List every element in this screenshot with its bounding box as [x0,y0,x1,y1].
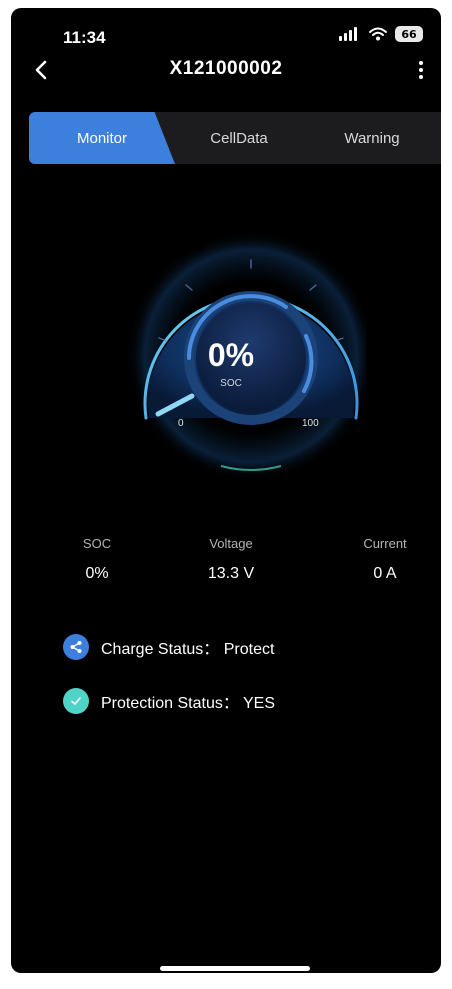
tab-celldata[interactable]: CellData [175,112,303,164]
stat-current-value: 0 A [373,565,397,582]
more-dot-icon [419,75,423,79]
more-dot-icon [419,61,423,65]
stat-soc-label: SOC [82,536,112,551]
gauge-max-label: 100 [302,418,319,429]
stat-current: Current 0 A [335,536,435,583]
page-title: X121000002 [169,58,283,79]
status-icons: 66 [339,26,423,42]
charge-status-text: Charge Status： Protect [101,641,275,658]
charge-status-row: Charge Status： Protect [63,634,274,660]
tab-warning[interactable]: Warning [303,112,441,164]
stat-soc-value: 0% [85,565,109,582]
gauge-value: 0% [207,337,255,373]
more-dot-icon [419,68,423,72]
stat-voltage-label: Voltage [209,536,253,551]
app-screen: 11:34 66 X121000002 Monitor CellData War… [11,8,441,973]
home-indicator[interactable] [160,966,310,971]
protection-status-text: Protection Status： YES [101,695,276,712]
gauge-min-label: 0 [178,418,184,429]
gauge-label: SOC [220,378,242,389]
wifi-icon [369,27,387,41]
tab-bar: Monitor CellData Warning [29,112,441,164]
protection-status-row: Protection Status： YES [63,688,275,714]
stat-soc: SOC 0% [57,536,137,583]
stat-voltage: Voltage 13.3 V [181,536,281,583]
stat-voltage-value: 13.3 V [207,565,255,582]
check-icon [63,688,89,714]
share-icon [63,634,89,660]
soc-gauge: 0% SOC 0 100 [96,228,366,478]
signal-icon [339,27,357,41]
status-time: 11:34 [63,28,106,47]
tab-monitor[interactable]: Monitor [29,112,175,164]
battery-icon: 66 [395,26,423,42]
stat-current-label: Current [363,536,407,551]
more-options-button[interactable] [413,56,429,84]
